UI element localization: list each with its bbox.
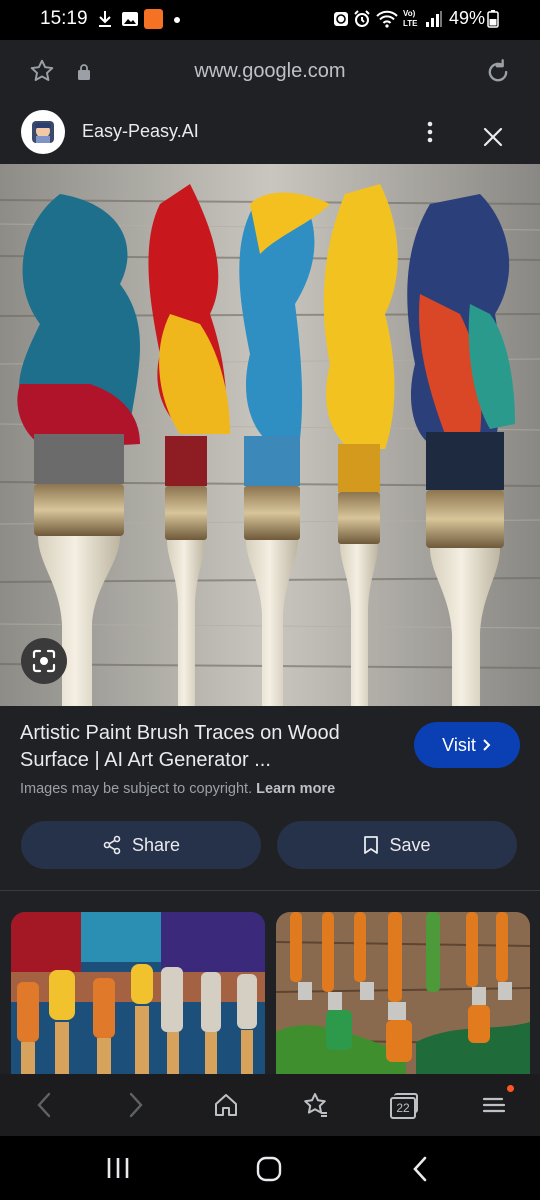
download-icon	[99, 11, 111, 27]
home-icon	[215, 1094, 237, 1116]
result-title[interactable]: Artistic Paint Brush Traces on Wood Surf…	[20, 720, 400, 774]
signal-icon	[426, 11, 442, 27]
menu-icon	[482, 1097, 506, 1113]
related-image-2[interactable]	[276, 912, 530, 1074]
gallery-icon	[122, 12, 138, 26]
notification-dot	[507, 1085, 514, 1092]
recents-icon[interactable]	[106, 1157, 130, 1179]
reload-icon[interactable]	[484, 58, 512, 86]
more-vert-icon[interactable]	[420, 120, 440, 146]
wifi-icon	[376, 10, 398, 28]
share-label: Share	[131, 834, 181, 855]
battery-icon	[487, 10, 499, 28]
main-image[interactable]	[0, 164, 540, 706]
battery-percentage: 49%	[449, 8, 486, 28]
share-button[interactable]: Share	[21, 821, 261, 869]
dot-icon	[174, 17, 180, 23]
status-time: 15:19	[40, 8, 88, 29]
related-image-1[interactable]	[11, 912, 265, 1074]
url-text[interactable]: www.google.com	[0, 60, 540, 83]
divider	[0, 890, 540, 891]
browser-bottom-nav: 22	[0, 1074, 540, 1136]
visit-button[interactable]: Visit	[414, 722, 520, 768]
menu-button[interactable]	[464, 1074, 524, 1136]
system-nav-bar	[0, 1136, 540, 1200]
source-avatar[interactable]	[21, 110, 65, 154]
tabs-count: 22	[390, 1097, 416, 1119]
home-button[interactable]	[196, 1074, 256, 1136]
address-bar[interactable]: www.google.com	[0, 40, 540, 103]
share-icon	[103, 835, 121, 855]
temu-app-icon	[144, 9, 163, 29]
source-header: Easy-Peasy.AI	[0, 102, 540, 164]
lens-icon[interactable]	[21, 638, 67, 684]
save-button[interactable]: Save	[277, 821, 517, 869]
forward-button[interactable]	[106, 1074, 166, 1136]
bookmarks-button[interactable]	[285, 1074, 345, 1136]
copyright-text: Images may be subject to copyright.	[20, 781, 253, 797]
tabs-icon: 22	[390, 1093, 418, 1119]
status-bar: 15:19 Vo) LTE 49%	[0, 0, 540, 40]
system-back-icon[interactable]	[410, 1156, 430, 1182]
tabs-button[interactable]: 22	[374, 1074, 434, 1136]
home-pill-icon[interactable]	[256, 1156, 282, 1182]
chevron-right-icon	[483, 739, 491, 751]
learn-more-link[interactable]: Learn more	[256, 781, 335, 797]
save-label: Save	[389, 834, 431, 855]
bookmarks-icon	[304, 1093, 327, 1117]
bookmark-icon	[364, 836, 379, 854]
visit-label: Visit	[442, 734, 476, 755]
back-button[interactable]	[14, 1074, 74, 1136]
close-icon[interactable]	[482, 126, 504, 148]
back-icon	[37, 1092, 51, 1118]
alarm-app-icon	[334, 12, 348, 26]
copyright-notice: Images may be subject to copyright. Lear…	[20, 781, 335, 797]
volte-icon: Vo) LTE	[403, 9, 418, 28]
alarm-icon	[354, 10, 370, 27]
forward-icon	[129, 1092, 143, 1118]
source-name[interactable]: Easy-Peasy.AI	[82, 121, 199, 142]
